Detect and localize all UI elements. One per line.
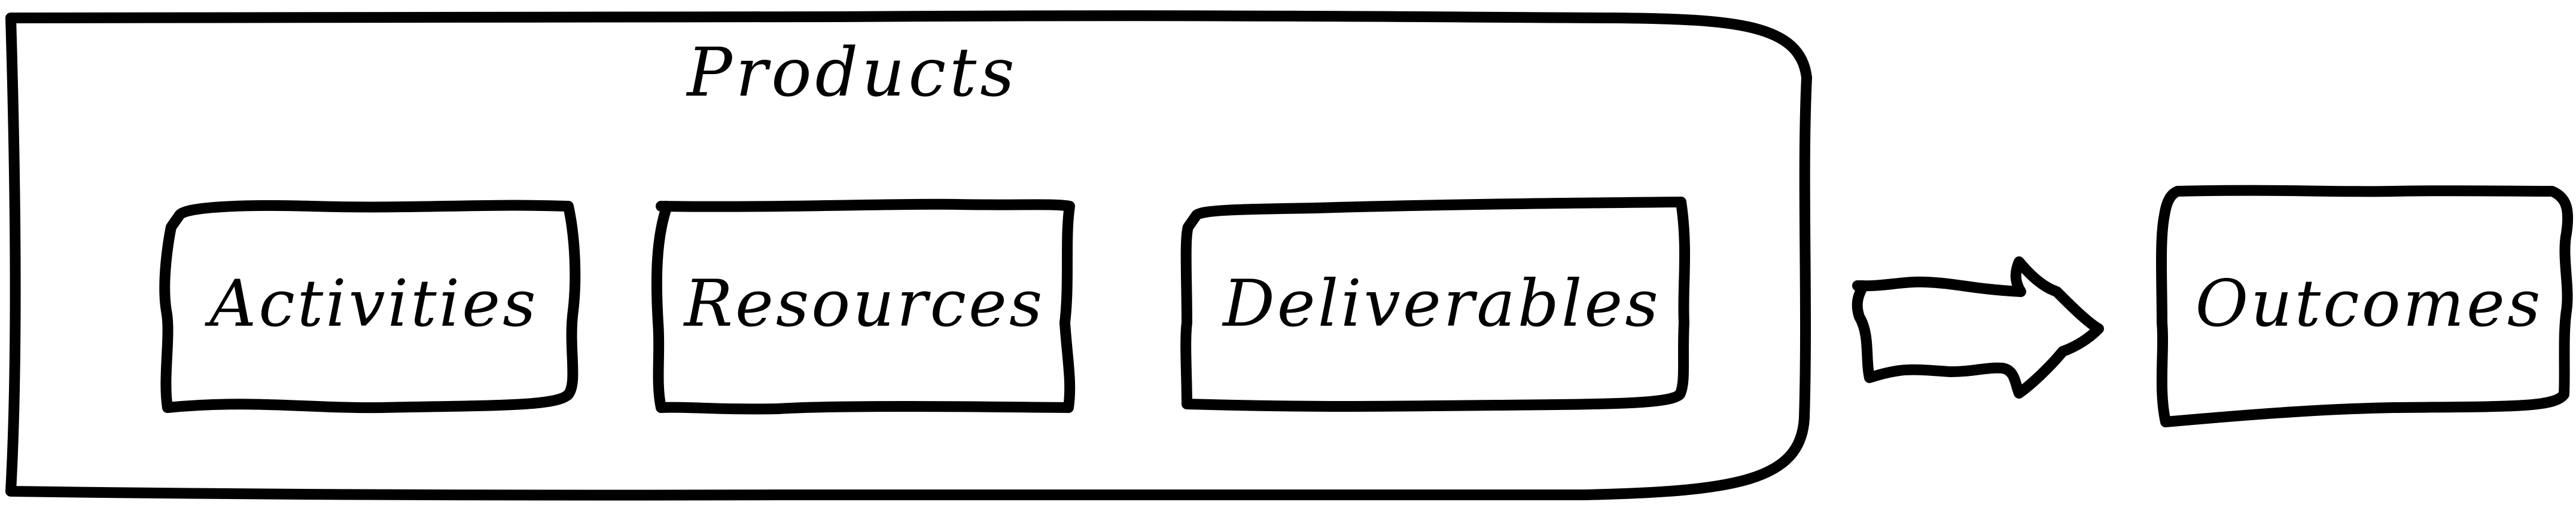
products-title: Products: [686, 34, 1018, 112]
diagram: Products Activities Resources Deliverabl…: [5, 10, 2574, 501]
right-arrow-icon: [1852, 256, 2104, 399]
outcomes-label: Outcomes: [2196, 267, 2543, 341]
deliverables-label: Deliverables: [1222, 267, 1661, 341]
resources-label: Resources: [683, 267, 1045, 341]
products-container: Products: [5, 10, 1812, 501]
activities-box: Activities: [159, 200, 581, 414]
resources-box: Resources: [651, 198, 1076, 415]
outcomes-box: Outcomes: [2156, 185, 2574, 427]
deliverables-box: Deliverables: [1180, 197, 1691, 412]
activities-label: Activities: [204, 267, 538, 341]
